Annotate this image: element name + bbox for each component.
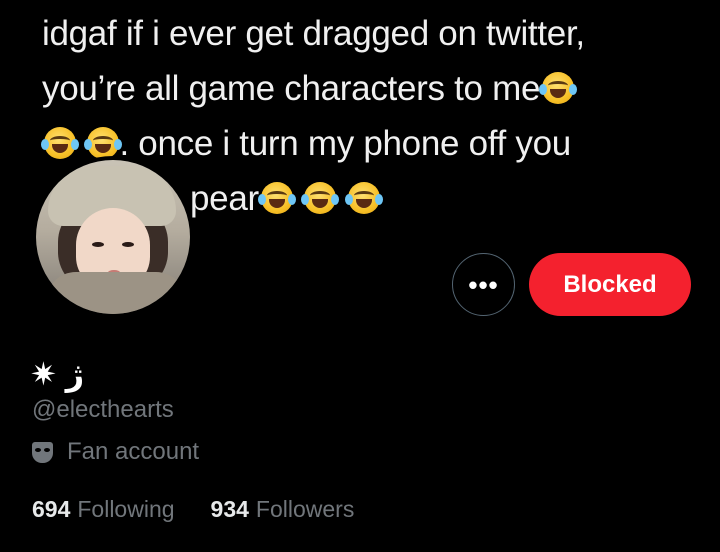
laughing-emoji-icon bbox=[84, 127, 123, 159]
ellipsis-icon: ••• bbox=[468, 269, 499, 300]
followers-label: Followers bbox=[255, 496, 355, 522]
laughing-emoji-icon bbox=[301, 182, 340, 214]
laughing-emoji-icon bbox=[539, 72, 578, 104]
display-name: ✷ ژ bbox=[30, 356, 85, 392]
profile-label: Fan account bbox=[32, 438, 199, 466]
username-handle: @electhearts bbox=[32, 396, 174, 423]
follow-stats: 694 Following 934 Followers bbox=[32, 496, 390, 523]
avatar[interactable] bbox=[32, 156, 194, 318]
followers-count: 934 bbox=[210, 496, 249, 522]
profile-label-text: Fan account bbox=[67, 438, 200, 465]
banner-text-line-4: pear bbox=[190, 177, 383, 221]
following-link[interactable]: 694 Following bbox=[32, 496, 175, 523]
banner-text-line-2: you’re all game characters to me bbox=[42, 67, 578, 111]
laughing-emoji-icon bbox=[344, 182, 383, 214]
avatar-image bbox=[36, 160, 190, 314]
laughing-emoji-icon bbox=[41, 127, 79, 159]
following-count: 694 bbox=[32, 496, 71, 522]
followers-link[interactable]: 934 Followers bbox=[211, 496, 355, 523]
blocked-button[interactable]: Blocked bbox=[529, 253, 691, 316]
more-options-button[interactable]: ••• bbox=[452, 253, 515, 316]
following-label: Following bbox=[77, 496, 175, 522]
banner-text-line-1: idgaf if i ever get dragged on twitter, bbox=[42, 14, 585, 53]
laughing-emoji-icon bbox=[257, 182, 296, 214]
mask-icon bbox=[32, 441, 53, 463]
